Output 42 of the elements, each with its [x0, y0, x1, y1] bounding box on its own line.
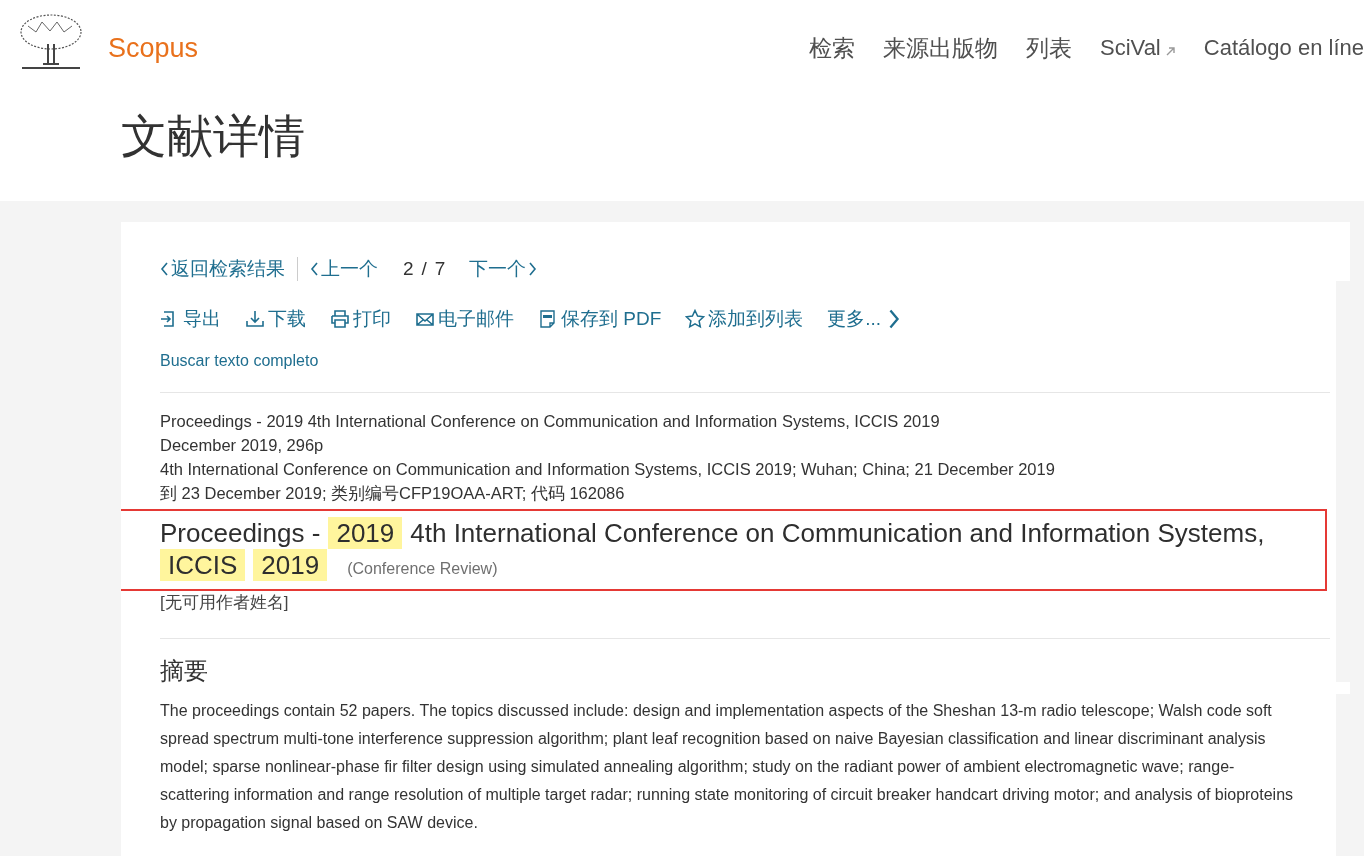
document-title-text: 4th International Conference on Communication and Information Systems, [410, 517, 1265, 549]
export-action[interactable]: 导出 [160, 306, 221, 332]
result-total: 7 [434, 258, 446, 280]
list-action[interactable]: 添加到列表 [685, 306, 804, 332]
abstract-heading: 摘要 [160, 656, 209, 686]
pdf-action[interactable]: 保存到 PDF [538, 306, 662, 332]
external-link-icon [1164, 45, 1176, 57]
printer-icon [330, 309, 350, 329]
chevron-left-icon [160, 262, 169, 276]
document-title-text: Proceedings - [160, 517, 321, 549]
highlighted-title-term: ICCIS [160, 549, 246, 581]
author-names: [无可用作者姓名] [160, 592, 290, 614]
source-info-line: 4th International Conference on Communication and Information Systems, ICCIS 2019; Wuhan; China; 21 December 2019 到 23 December 2019; 类别编号CFP19OAA-ART; 代码 162086 [160, 459, 1056, 504]
pdf-file-icon [538, 309, 558, 329]
nav-link[interactable]: 列表 [1026, 32, 1073, 64]
document-type: (Conference Review) [347, 559, 498, 579]
back-to-results-link[interactable]: 返回检索结果 [160, 256, 285, 282]
nav-link[interactable]: 检索 [809, 32, 856, 64]
star-icon [685, 309, 706, 329]
result-position: 2 [403, 258, 414, 280]
next-link[interactable]: 下一个 [469, 256, 538, 282]
email-action[interactable]: 电子邮件 [415, 306, 514, 332]
previous-link[interactable]: 上一个 [310, 256, 378, 282]
abstract-text: The proceedings contain 52 papers. The topics discussed include: design and implementation aspects of the Sheshan 13-m radio telescope; Walsh code soft spread spectrum multi-tone interference suppression algorithm; plant leaf recognition based on naive Bayesian classification and linear discriminant analysis model; sparse nonlinear-phase fir filter design using simulated annealing algorithm; study on the radiant power of ambient electromagnetic wave; range-scattering information and range resolution of multiple target radar; running state monitoring of circuit breaker handcart driving motor; and analysis of bioproteins by propagation signal based on SAW device. [160, 701, 1295, 833]
download-action[interactable]: 下载 [245, 306, 306, 332]
page-title: 文献详情 [121, 109, 306, 164]
nav-link[interactable]: 来源出版物 [883, 32, 999, 64]
print-action[interactable]: 打印 [330, 306, 391, 332]
chevron-right-icon [528, 262, 538, 276]
nav-link[interactable]: SciVal [1100, 35, 1176, 61]
download-icon [245, 309, 265, 329]
full-text-link[interactable]: Buscar texto completo [160, 352, 319, 370]
position-separator: / [421, 258, 427, 280]
chevron-left-icon [310, 262, 319, 276]
source-info-line: December 2019, 296p [160, 435, 325, 456]
highlighted-title-term: 2019 [253, 549, 328, 581]
highlighted-title-term: 2019 [328, 517, 403, 549]
more-action[interactable]: 更多... [827, 306, 905, 332]
brand-name[interactable]: Scopus [108, 32, 199, 64]
nav-link[interactable]: Catálogo en líne [1203, 35, 1364, 61]
tree-logo-icon [18, 14, 84, 72]
source-info-line: Proceedings - 2019 4th International Conference on Communication and Information Systems, ICCIS 2019 [160, 411, 941, 432]
